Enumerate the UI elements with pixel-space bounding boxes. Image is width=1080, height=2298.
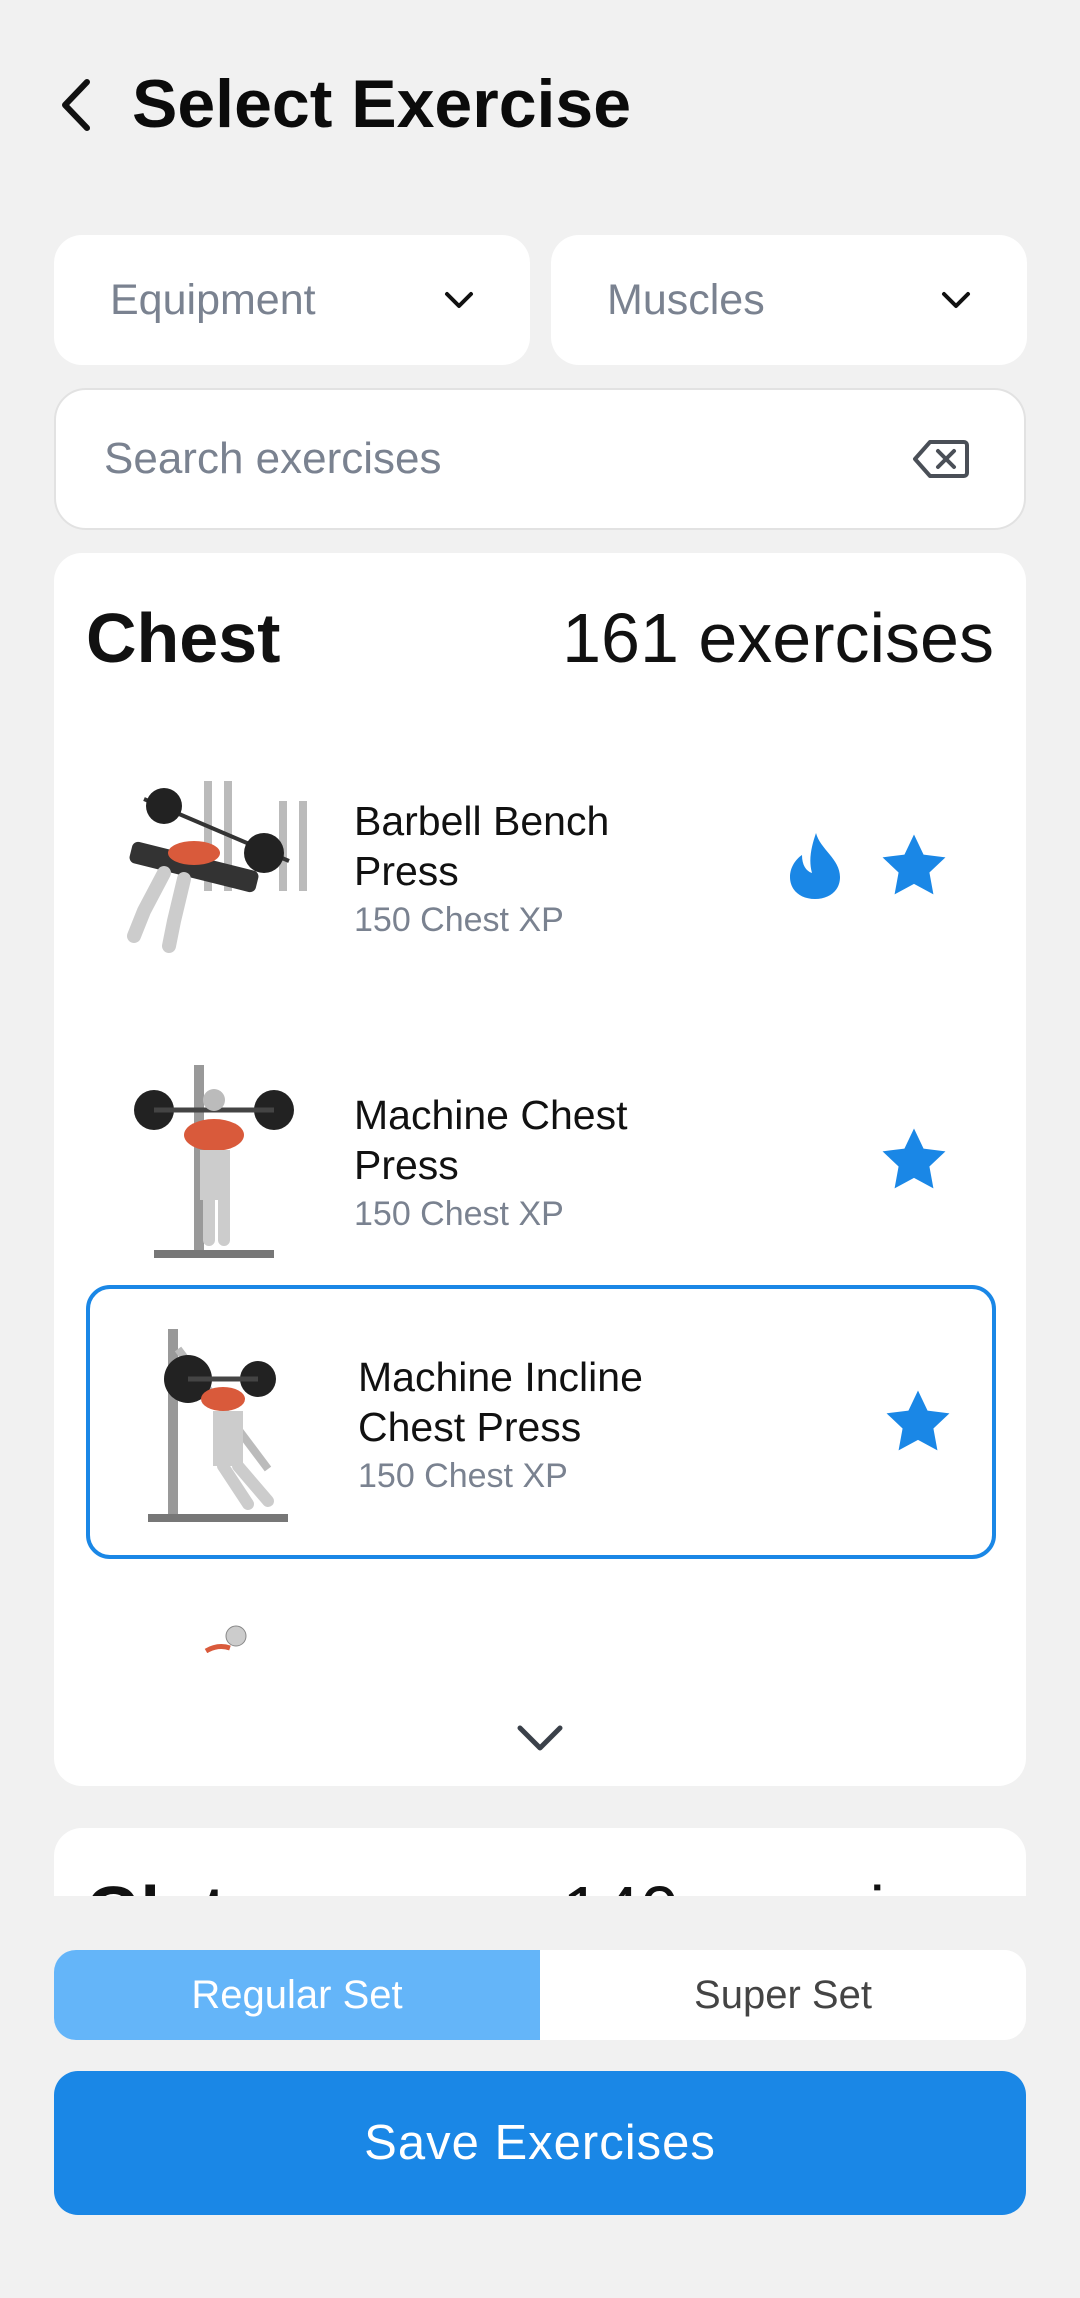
- flame-icon[interactable]: [786, 831, 844, 901]
- save-exercises-button[interactable]: Save Exercises: [54, 2071, 1026, 2215]
- exercise-row-selected[interactable]: Machine Incline Chest Press 150 Chest XP: [86, 1285, 996, 1559]
- exercise-xp: 150 Chest XP: [354, 901, 564, 939]
- exercise-xp: 150 Chest XP: [354, 1195, 564, 1233]
- backspace-clear-icon: [913, 440, 969, 478]
- expand-group-button[interactable]: [510, 1718, 570, 1758]
- muscle-group-card-chest: Chest 161 exercises Barbell Bench Press …: [54, 553, 1026, 1786]
- header: Select Exercise: [0, 40, 1080, 170]
- group-title: Glut: [86, 1866, 226, 1896]
- page-title: Select Exercise: [132, 66, 632, 142]
- select-exercise-screen: Select Exercise Equipment Muscles Chest …: [0, 0, 1080, 2298]
- clear-search-button[interactable]: [906, 429, 976, 489]
- exercise-name: Machine Chest Press: [354, 1092, 628, 1188]
- exercise-name: Machine Incline Chest Press: [358, 1354, 643, 1450]
- back-button[interactable]: [46, 70, 106, 140]
- search-input[interactable]: [104, 434, 906, 484]
- exercise-thumbnail-partial: [204, 1625, 247, 1653]
- chevron-down-icon: [942, 292, 970, 308]
- exercise-name: Barbell Bench Press: [354, 798, 610, 894]
- muscles-dropdown[interactable]: Muscles: [551, 235, 1027, 365]
- equipment-dropdown[interactable]: Equipment: [54, 235, 530, 365]
- exercise-row[interactable]: Barbell Bench Press 150 Chest XP: [86, 731, 996, 1005]
- back-arrow-icon: [62, 79, 90, 131]
- chevron-down-icon: [517, 1725, 563, 1751]
- muscles-dropdown-label: Muscles: [607, 275, 765, 324]
- exercise-thumbnail-barbell-bench-press: [127, 781, 307, 953]
- group-count: 161 exercises: [562, 599, 994, 677]
- group-title: Chest: [86, 599, 281, 677]
- exercise-row[interactable]: Machine Chest Press 150 Chest XP: [86, 1025, 996, 1299]
- exercise-thumbnail-machine-incline-chest-press: [148, 1329, 288, 1522]
- equipment-dropdown-label: Equipment: [110, 275, 316, 324]
- search-box: [54, 388, 1026, 530]
- star-icon[interactable]: [876, 1123, 952, 1197]
- super-set-option[interactable]: Super Set: [540, 1950, 1026, 2040]
- group-count: 140 exercises: [562, 1866, 994, 1896]
- star-icon[interactable]: [876, 829, 952, 903]
- chevron-down-icon: [445, 292, 473, 308]
- set-type-toggle: Regular Set Super Set: [54, 1950, 1026, 2040]
- exercise-thumbnail-machine-chest-press: [134, 1065, 294, 1258]
- exercise-xp: 150 Chest XP: [358, 1457, 568, 1495]
- muscle-group-card-next: Glut 140 exercises: [54, 1828, 1026, 1896]
- star-icon[interactable]: [880, 1385, 956, 1459]
- regular-set-option[interactable]: Regular Set: [54, 1950, 540, 2040]
